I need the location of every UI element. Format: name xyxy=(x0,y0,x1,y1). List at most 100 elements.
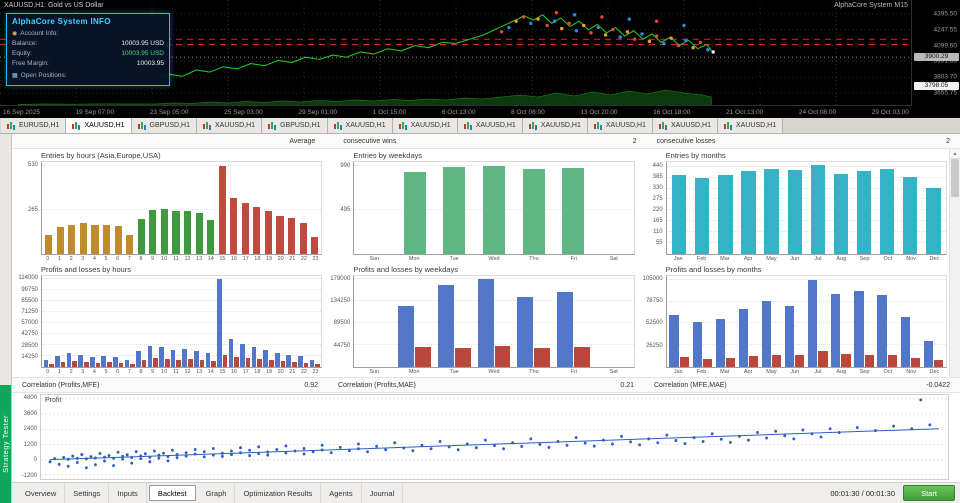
bar xyxy=(695,177,710,254)
bar xyxy=(692,322,702,367)
x-tick-label: 21 xyxy=(289,369,296,375)
tester-tab-overview[interactable]: Overview xyxy=(17,483,66,503)
bar xyxy=(672,174,687,254)
x-tick-label: 19 xyxy=(265,369,273,375)
bar-group xyxy=(124,162,136,254)
x-tick-label: 2 xyxy=(69,255,73,262)
tester-tab-optimization-results[interactable]: Optimization Results xyxy=(235,483,322,503)
ea-info-panel: AlphaCore System INFO ◉ Account Info: Ba… xyxy=(6,13,170,87)
consecutive-wins-label: consecutive wins xyxy=(343,137,397,145)
strategy-tester-label: Strategy Tester xyxy=(1,415,10,473)
chart-tab[interactable]: XAUUSD,H1 xyxy=(392,118,458,133)
chart-tab[interactable]: GBPUSD,H1 xyxy=(262,118,328,133)
bar-group xyxy=(922,276,945,367)
bar-group xyxy=(593,162,633,254)
consecutive-losses-label: consecutive losses xyxy=(656,137,716,145)
tester-tab-graph[interactable]: Graph xyxy=(198,483,236,503)
bar xyxy=(101,355,107,367)
bar xyxy=(856,171,872,254)
bar-group xyxy=(760,162,783,254)
ea-info-panel-title: AlphaCore System INFO xyxy=(12,17,111,26)
bar-group xyxy=(240,162,252,254)
bar-group xyxy=(170,162,182,254)
profits-losses-by-weekdays-chart: Profits and losses by weekdays 179000 134… xyxy=(325,264,636,377)
expert-advisor-label: AlphaCore System M15 xyxy=(834,2,908,9)
chart-tab[interactable]: GBPUSD,H1 xyxy=(131,118,197,133)
scatter-series-label: Profit xyxy=(45,397,62,404)
x-tick-label: 1 xyxy=(57,369,61,375)
price-axis[interactable]: 4395.50 4247.55 4099.60 3951.65 3803.70 3655.… xyxy=(911,0,960,106)
tester-tab-agents[interactable]: Agents xyxy=(321,483,362,503)
chart-tabs: EURUSD,H1 XAUUSD,H1 GBPUSD,H1 XAUUSD,H1 GBPU… xyxy=(0,118,960,134)
chart-tab[interactable]: XAUUSD,H1 xyxy=(522,118,588,133)
bar-group xyxy=(297,276,309,367)
scrollbar-thumb[interactable] xyxy=(951,159,959,197)
bar xyxy=(264,211,273,254)
chart-tab[interactable]: XAUUSD,H1 xyxy=(197,118,263,133)
y-tick-label: 179000 xyxy=(330,275,351,282)
candlestick-chart-icon xyxy=(658,121,668,130)
candlestick-chart-icon xyxy=(463,121,473,130)
time-axis[interactable]: 16 Sep 2025 19 Sep 07:00 23 Sep 05:00 25 Se… xyxy=(0,105,912,118)
bar-group xyxy=(193,276,205,367)
bar-group xyxy=(876,162,899,254)
x-tick-label: 9 xyxy=(151,255,155,262)
correlation-value: 0.92 xyxy=(304,381,318,389)
chart-tab-label: GBPUSD,H1 xyxy=(149,122,190,129)
bar-group xyxy=(829,162,852,254)
x-tick-label: Wed xyxy=(488,255,500,262)
bar xyxy=(124,360,130,367)
bar xyxy=(483,166,506,254)
account-info-icon: ◉ xyxy=(12,31,18,37)
time-axis-label: 19 Sep 07:00 xyxy=(75,108,115,116)
start-button[interactable]: Start xyxy=(903,485,955,501)
bar-group xyxy=(170,276,182,367)
stats-cell-consecutive-losses: consecutive losses 2 xyxy=(647,138,960,145)
bar xyxy=(176,359,182,367)
bar-group xyxy=(297,162,309,254)
bar xyxy=(253,206,261,254)
x-tick-label: Feb xyxy=(696,255,707,262)
tester-tab-inputs[interactable]: Inputs xyxy=(109,483,147,503)
bar-group xyxy=(182,162,194,254)
bar xyxy=(923,341,933,367)
bar xyxy=(160,209,168,254)
bar xyxy=(311,237,319,254)
chart-tab[interactable]: XAUUSD,H1 xyxy=(718,118,784,133)
strategy-tester-tab[interactable]: Strategy Tester xyxy=(0,385,11,503)
x-tick-label: 3 xyxy=(81,255,85,262)
bar xyxy=(887,355,897,367)
chart-tab[interactable]: XAUUSD,H1 xyxy=(327,118,393,133)
scatter-canvas xyxy=(41,395,948,479)
bar xyxy=(159,347,164,367)
x-tick-label: Mon xyxy=(408,255,420,262)
scrollbar-up-arrow-icon[interactable]: ▲ xyxy=(950,149,960,159)
tester-tab-settings[interactable]: Settings xyxy=(65,483,110,503)
x-tick-label: 10 xyxy=(161,369,168,375)
x-tick-label: 4 xyxy=(92,255,96,262)
chart-tab[interactable]: XAUUSD,H1 xyxy=(652,118,719,133)
tester-tab-journal[interactable]: Journal xyxy=(362,483,404,503)
vertical-scrollbar[interactable]: ▲ xyxy=(949,149,960,377)
chart-tab-label: XAUUSD,H1 xyxy=(736,122,777,129)
bar xyxy=(900,317,910,367)
bar xyxy=(398,305,415,367)
price-chart[interactable]: XAUUSD,H1: Gold vs US Dollar AlphaCore S… xyxy=(0,0,960,118)
correlation-value: 0.21 xyxy=(620,381,634,389)
tester-tab-backtest[interactable]: Backtest xyxy=(148,485,196,501)
chart-tab[interactable]: XAUUSD,H1 xyxy=(457,118,523,133)
profits-losses-by-months-chart: Profits and losses by months 105000 78750… xyxy=(638,264,949,377)
bar xyxy=(808,279,818,367)
correlation-mfe-mae: Correlation (MFE,MAE) -0.0422 xyxy=(644,382,960,389)
chart-tab[interactable]: XAUUSD,H1 xyxy=(587,118,653,133)
tester-tab-bar: Overview Settings Inputs Backtest Graph Optim… xyxy=(12,482,960,503)
backtest-time-progress: 00:01:30 / 00:01:30 xyxy=(830,488,895,498)
bar xyxy=(818,351,828,367)
tester-panel: Average consecutive wins 2 consecutive l… xyxy=(12,134,960,503)
chart-tab[interactable]: XAUUSD,H1 xyxy=(66,118,132,133)
y-tick-label: 440 xyxy=(652,163,663,170)
charts-grid: Entries by hours (Asia,Europe,USA) 530 26… xyxy=(13,150,949,376)
chart-tab[interactable]: EURUSD,H1 xyxy=(1,118,67,133)
bar-group xyxy=(553,162,593,254)
bar xyxy=(95,362,101,367)
